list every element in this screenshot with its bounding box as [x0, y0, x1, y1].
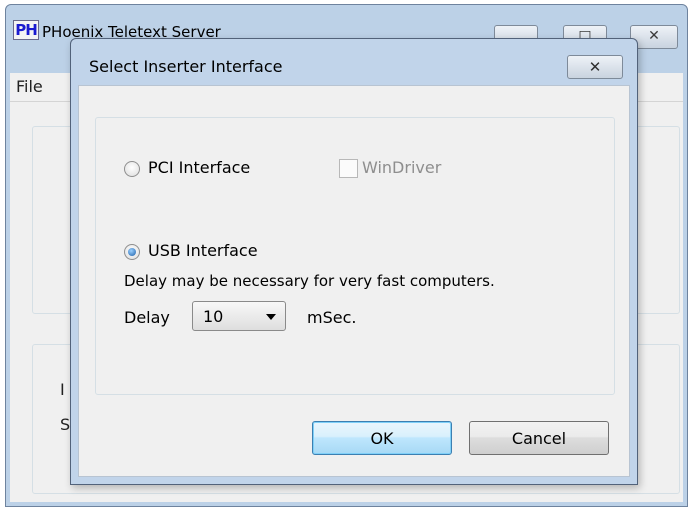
pci-interface-radio[interactable]: [124, 161, 140, 177]
delay-select[interactable]: 10: [192, 301, 286, 331]
delay-note: Delay may be necessary for very fast com…: [124, 272, 495, 290]
ok-button[interactable]: OK: [312, 421, 452, 455]
partial-label-2: S: [60, 415, 71, 434]
select-inserter-dialog: Select Inserter Interface ✕ PCI Interfac…: [70, 38, 638, 485]
delay-unit-label: mSec.: [307, 308, 357, 327]
chevron-down-icon: [266, 314, 276, 320]
windriver-label: WinDriver: [362, 158, 442, 177]
interface-group: PCI Interface WinDriver USB Interface De…: [95, 117, 615, 395]
usb-interface-label[interactable]: USB Interface: [148, 241, 258, 260]
partial-label-1: I: [60, 380, 65, 399]
pci-interface-label[interactable]: PCI Interface: [148, 158, 250, 177]
app-logo-icon: PH: [13, 20, 39, 40]
dialog-title: Select Inserter Interface: [89, 57, 283, 76]
close-icon: ✕: [648, 28, 660, 44]
dialog-client-area: PCI Interface WinDriver USB Interface De…: [78, 85, 630, 477]
delay-label: Delay: [124, 308, 170, 327]
menu-file[interactable]: File: [16, 77, 43, 96]
windriver-checkbox[interactable]: [339, 159, 358, 178]
usb-interface-radio[interactable]: [124, 244, 140, 260]
cancel-button[interactable]: Cancel: [469, 421, 609, 455]
delay-value: 10: [203, 307, 224, 326]
dialog-close-button[interactable]: ✕: [567, 55, 623, 79]
close-icon: ✕: [588, 58, 602, 76]
